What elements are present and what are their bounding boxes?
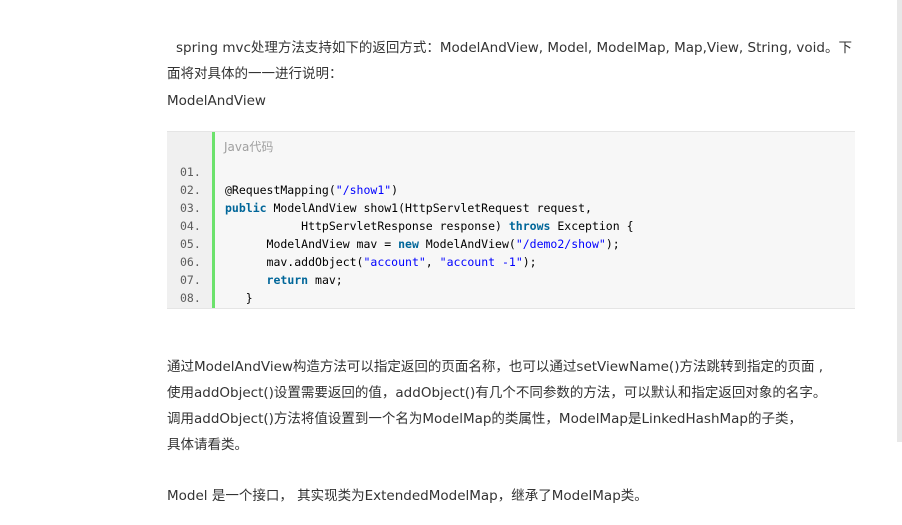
intro-paragraph: spring mvc处理方法支持如下的返回方式：ModelAndView, Mo… (167, 40, 852, 82)
section-heading: ModelAndView (167, 93, 266, 109)
code-line: 02. @RequestMapping("/show1") (167, 181, 855, 199)
code-token: , (425, 255, 440, 269)
line-number: 05. (180, 237, 201, 251)
description-paragraph: 通过ModelAndView构造方法可以指定返回的页面名称，也可以通过setVi… (167, 354, 826, 458)
code-text: HttpServletResponse response) throws Exc… (225, 217, 634, 235)
code-token: mav; (308, 273, 343, 287)
description-line: 使用addObject()设置需要返回的值，addObject()有几个不同参数… (167, 385, 827, 401)
code-token: ModelAndView( (418, 237, 516, 251)
code-string: "account" (363, 255, 426, 269)
code-token: HttpServletResponse response) (225, 219, 509, 233)
code-line: 03. public ModelAndView show1(HttpServlet… (167, 199, 855, 217)
code-keyword: new (398, 237, 419, 251)
line-number: 03. (180, 201, 201, 215)
code-text: return mav; (225, 271, 343, 289)
line-number: 07. (180, 273, 201, 287)
code-token: @RequestMapping( (225, 183, 336, 197)
code-line: 06. mav.addObject("account", "account -1… (167, 253, 855, 271)
code-line: 08. } (167, 289, 855, 307)
code-string: "/show1" (335, 183, 392, 197)
code-line: 07. return mav; (167, 271, 855, 289)
description-line: 具体请看类。 (167, 437, 248, 453)
code-block: Java代码 01. 02. @RequestMapping("/show1") 03… (167, 131, 855, 309)
code-token: mav.addObject( (225, 255, 364, 269)
code-text: mav.addObject("account", "account -1"); (225, 253, 537, 271)
code-string: "/demo2/show" (515, 237, 606, 251)
line-number: 02. (180, 183, 201, 197)
line-number: 06. (180, 255, 201, 269)
code-token: Exception { (550, 219, 634, 233)
code-token: ModelAndView mav = (225, 237, 399, 251)
code-line: 01. (167, 163, 855, 181)
code-keyword: public (225, 201, 267, 215)
code-keyword: throws (508, 219, 551, 233)
line-number: 04. (180, 219, 201, 233)
model-paragraph: Model 是一个接口， 其实现类为ExtendedModelMap，继承了Mo… (167, 488, 648, 504)
code-text: ModelAndView mav = new ModelAndView("/de… (225, 235, 620, 253)
code-text: @RequestMapping("/show1") (225, 181, 398, 199)
line-number: 01. (180, 165, 201, 179)
line-number: 08. (180, 291, 201, 305)
code-text: public ModelAndView show1(HttpServletReq… (225, 199, 592, 217)
description-line: 调用addObject()方法将值设置到一个名为ModelMap的类属性，Mod… (167, 411, 803, 427)
code-token: } (225, 291, 253, 305)
code-line: 04. HttpServletResponse response) throws… (167, 217, 855, 235)
code-text: } (225, 289, 253, 307)
code-token: ) (391, 183, 399, 197)
code-string: "account -1" (439, 255, 523, 269)
code-language-label[interactable]: Java代码 (224, 138, 273, 155)
code-line: 05. ModelAndView mav = new ModelAndView(… (167, 235, 855, 253)
code-keyword: return (266, 273, 309, 287)
code-token: ModelAndView show1(HttpServletRequest re… (266, 201, 592, 215)
description-line: 通过ModelAndView构造方法可以指定返回的页面名称，也可以通过setVi… (167, 359, 824, 375)
code-token: ); (522, 255, 537, 269)
code-token: ); (605, 237, 620, 251)
scrollbar-track[interactable] (897, 0, 902, 442)
